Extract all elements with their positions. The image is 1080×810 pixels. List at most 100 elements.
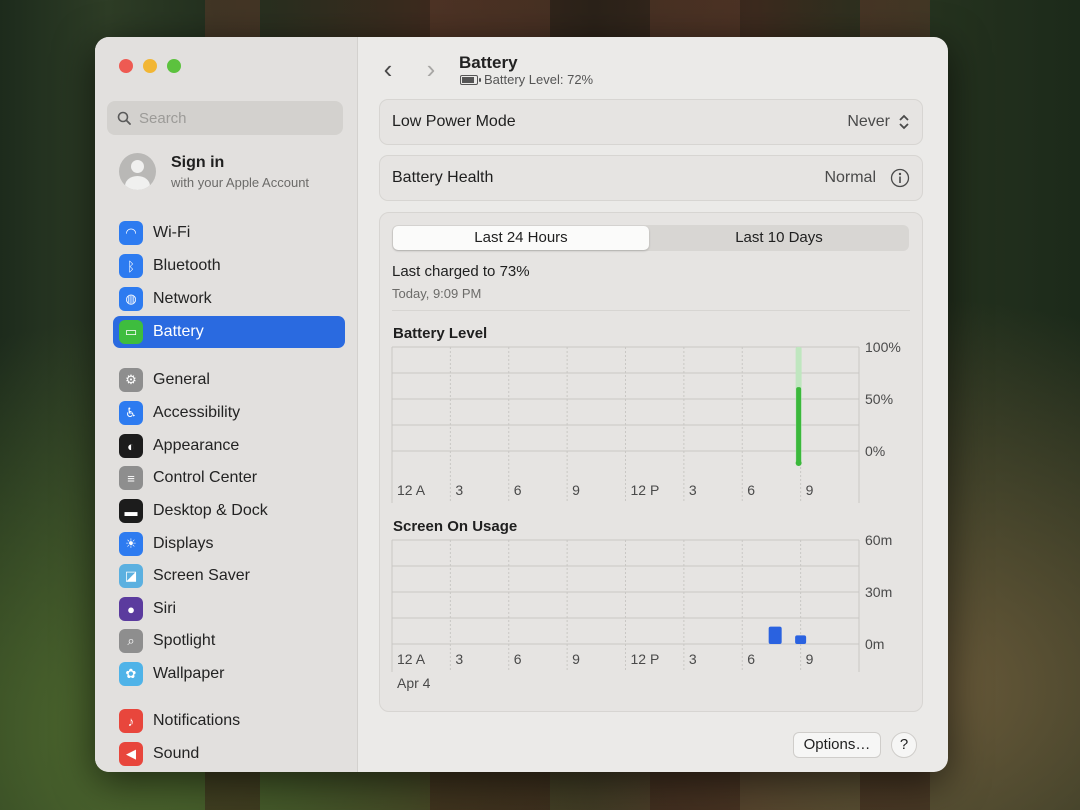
zoom-button[interactable] [167,59,181,73]
sidebar-item-label: Network [153,290,212,307]
screen-usage-x-tick: 6 [747,651,755,667]
battery-level-y-tick: 100% [865,339,901,355]
sidebar-item-label: Notifications [153,712,241,729]
page-title: Battery [459,53,518,72]
close-button[interactable] [119,59,133,73]
magnifier-icon: ⌕ [119,629,143,653]
battery-level-point [795,460,802,466]
control-center-icon: ≡ [119,466,143,490]
sidebar-item-label: Control Center [153,469,258,486]
flower-icon: ✿ [119,662,143,686]
sidebar-item-accessibility[interactable]: ♿ Accessibility [113,397,345,429]
sidebar-item-battery[interactable]: ▭ Battery [113,316,345,348]
screen-usage-x-tick: 6 [514,651,522,667]
sidebar-item-label: Bluetooth [153,257,221,274]
sidebar-item-label: Accessibility [153,404,241,421]
forward-button[interactable]: › [420,56,442,82]
screen-usage-y-tick: 60m [865,532,892,548]
screen-usage-bar [768,626,782,644]
screen-usage-x-tick: 12 A [397,651,426,667]
screen-usage-y-tick: 30m [865,584,892,600]
battery-level-x-tick: 3 [455,482,463,498]
settings-window: Search Sign in with your Apple Account ◠… [95,37,948,772]
back-button[interactable]: ‹ [377,56,399,82]
bell-icon: ♪ [119,709,143,733]
battery-icon: ▭ [119,320,143,344]
screen-usage-y-tick: 0m [865,636,884,652]
avatar [119,153,156,190]
battery-level-subtitle: Battery Level: 72% [460,72,593,87]
account-subtitle: with your Apple Account [171,174,310,190]
screen-usage-x-tick: 9 [806,651,814,667]
info-icon[interactable] [890,168,910,188]
sidebar-item-label: Siri [153,600,177,617]
sidebar-item-displays[interactable]: ☀ Displays [113,528,345,560]
main-pane: ‹ › Battery Battery Level: 72% Low Power… [357,37,948,772]
battery-level-x-tick: 6 [514,482,522,498]
usage-panel: Last 24 Hours Last 10 Days Last charged … [379,212,923,712]
sidebar-item-label: Wi-Fi [153,224,191,241]
minimize-button[interactable] [143,59,157,73]
battery-level-x-tick: 12 P [631,482,660,498]
help-button[interactable]: ? [891,732,917,758]
search-icon [117,111,131,125]
battery-health-row: Battery Health Normal [379,155,923,201]
sidebar-item-label: Battery [153,323,204,340]
appearance-icon: ◐ [119,434,143,458]
search-placeholder: Search [139,109,187,127]
screen-usage-date-label: Apr 4 [397,675,431,691]
screen-saver-icon: ◪ [119,564,143,588]
account-title: Sign in [171,153,225,171]
screen-usage-x-tick: 3 [455,651,463,667]
sun-icon: ☀ [119,532,143,556]
battery-icon [460,74,481,85]
battery-health-value: Normal [824,169,876,186]
battery-level-x-tick: 12 A [397,482,426,498]
sidebar-item-siri[interactable]: ● Siri [113,593,345,625]
low-power-mode-select[interactable]: Never [847,113,890,131]
sidebar-item-label: Sound [153,745,200,762]
sidebar-item-label: Wallpaper [153,665,225,682]
battery-level-x-tick: 9 [572,482,580,498]
low-power-mode-label: Low Power Mode [392,113,516,130]
battery-health-label: Battery Health [392,169,494,186]
sidebar-item-sound[interactable]: ◀ Sound [113,738,345,770]
account-sign-in[interactable]: Sign in with your Apple Account [119,153,309,190]
battery-level-text: Battery Level: 72% [484,72,594,87]
sidebar-item-spotlight[interactable]: ⌕ Spotlight [113,625,345,657]
sidebar-item-notifications[interactable]: ♪ Notifications [113,705,345,737]
stepper-icon[interactable] [898,113,910,131]
battery-level-x-tick: 3 [689,482,697,498]
sidebar-item-wi-fi[interactable]: ◠ Wi-Fi [113,217,345,249]
sidebar-item-general[interactable]: ⚙ General [113,364,345,396]
speaker-icon: ◀ [119,742,143,766]
sidebar-item-label: Desktop & Dock [153,502,268,519]
sidebar-item-label: Displays [153,535,214,552]
siri-icon: ● [119,597,143,621]
battery-level-bar [796,387,802,463]
sidebar-item-desktop-dock[interactable]: ▬ Desktop & Dock [113,495,345,527]
sidebar-item-control-center[interactable]: ≡ Control Center [113,462,345,494]
screen-usage-bar [795,635,807,644]
battery-level-x-tick: 9 [806,482,814,498]
options-button[interactable]: Options… [793,732,881,758]
globe-icon: ◍ [119,287,143,311]
battery-level-y-tick: 0% [865,443,885,459]
sidebar-item-label: Screen Saver [153,567,250,584]
dock-icon: ▬ [119,499,143,523]
sidebar-item-label: Spotlight [153,632,216,649]
screen-usage-x-tick: 3 [689,651,697,667]
screen-usage-x-tick: 9 [572,651,580,667]
battery-level-x-tick: 6 [747,482,755,498]
battery-level-y-tick: 50% [865,391,893,407]
sidebar: Search Sign in with your Apple Account ◠… [95,37,358,772]
low-power-mode-row: Low Power Mode Never [379,99,923,145]
sidebar-item-appearance[interactable]: ◐ Appearance [113,430,345,462]
accessibility-icon: ♿ [119,401,143,425]
sidebar-item-screen-saver[interactable]: ◪ Screen Saver [113,560,345,592]
sidebar-item-bluetooth[interactable]: ᛒ Bluetooth [113,250,345,282]
sidebar-item-network[interactable]: ◍ Network [113,283,345,315]
search-input[interactable]: Search [107,101,343,135]
sidebar-item-label: General [153,371,210,388]
sidebar-item-wallpaper[interactable]: ✿ Wallpaper [113,658,345,690]
